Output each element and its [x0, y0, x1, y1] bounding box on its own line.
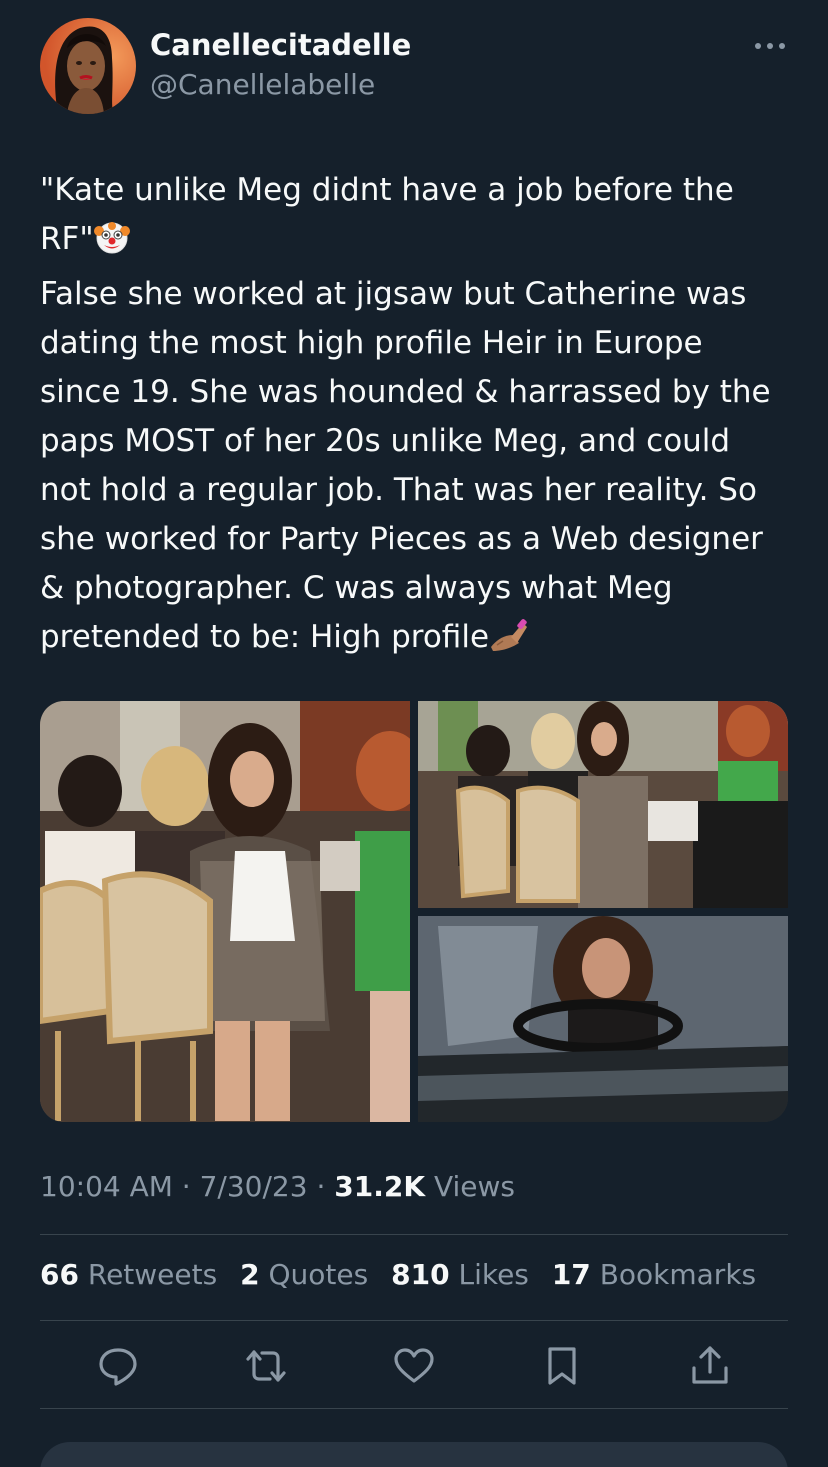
like-icon[interactable]: [392, 1344, 436, 1388]
tweet-line: False she worked at jigsaw but Catherine…: [40, 276, 747, 312]
tweet-line: since 19. She was hounded & harrassed by…: [40, 374, 771, 410]
user-handle[interactable]: @Canellelabelle: [150, 68, 375, 101]
meta-separator: ·: [172, 1170, 200, 1203]
photo-2[interactable]: [418, 701, 788, 908]
likes-label: Likes: [458, 1258, 529, 1291]
media-grid[interactable]: [40, 701, 788, 1122]
engagement-stats: 66 Retweets 2 Quotes 810 Likes 17 Bookma…: [40, 1258, 770, 1291]
retweets-stat[interactable]: 66 Retweets: [40, 1258, 217, 1291]
views-label: Views: [433, 1170, 515, 1203]
likes-stat[interactable]: 810 Likes: [391, 1258, 529, 1291]
nail-polish-emoji: [489, 617, 529, 668]
likes-count: 810: [391, 1258, 450, 1291]
retweets-count: 66: [40, 1258, 79, 1291]
share-icon[interactable]: [688, 1344, 732, 1388]
tweet-line: she worked for Party Pieces as a Web des…: [40, 521, 763, 557]
display-name[interactable]: Canellecitadelle: [150, 28, 411, 62]
tweet-line: paps MOST of her 20s unlike Meg, and cou…: [40, 423, 731, 459]
tweet-line: "Kate unlike Meg didnt have a job before…: [40, 172, 734, 208]
tweet-line: not hold a regular job. That was her rea…: [40, 472, 757, 508]
bookmarks-count: 17: [551, 1258, 591, 1291]
quotes-stat[interactable]: 2 Quotes: [240, 1258, 368, 1291]
photo-3[interactable]: [418, 916, 788, 1122]
tweet-line: RF": [40, 215, 800, 270]
tweet-line-text: RF": [40, 221, 94, 257]
tweet-line: & photographer. C was always what Meg: [40, 570, 673, 606]
tweet-line: dating the most high profile Heir in Eur…: [40, 325, 703, 361]
clown-face-emoji: [93, 219, 130, 270]
views-count: 31.2K: [334, 1170, 426, 1203]
tweet-line: pretended to be: High profile: [40, 613, 800, 668]
reply-icon[interactable]: [96, 1344, 140, 1388]
quotes-label: Quotes: [268, 1258, 369, 1291]
retweet-icon[interactable]: [244, 1344, 288, 1388]
avatar[interactable]: [40, 18, 136, 114]
tweet-time[interactable]: 10:04 AM: [40, 1170, 173, 1203]
bookmarks-label: Bookmarks: [599, 1258, 757, 1291]
tweet-line-text: pretended to be: High profile: [40, 619, 490, 655]
bookmark-icon[interactable]: [540, 1344, 584, 1388]
quotes-count: 2: [240, 1258, 260, 1291]
bookmarks-stat[interactable]: 17 Bookmarks: [552, 1258, 756, 1291]
tweet-page: Canellecitadelle @Canellelabelle "Kate u…: [0, 0, 828, 1467]
meta-separator: ·: [307, 1170, 335, 1203]
divider: [40, 1408, 788, 1409]
divider: [40, 1320, 788, 1321]
reply-input[interactable]: [40, 1442, 788, 1467]
more-options-icon[interactable]: [752, 36, 788, 56]
retweets-label: Retweets: [87, 1258, 218, 1291]
tweet-meta: 10:04 AM · 7/30/23 · 31.2K Views: [40, 1170, 515, 1203]
tweet-text: "Kate unlike Meg didnt have a job before…: [40, 166, 800, 668]
photo-1[interactable]: [40, 701, 410, 1122]
tweet-date[interactable]: 7/30/23: [200, 1170, 308, 1203]
divider: [40, 1234, 788, 1235]
